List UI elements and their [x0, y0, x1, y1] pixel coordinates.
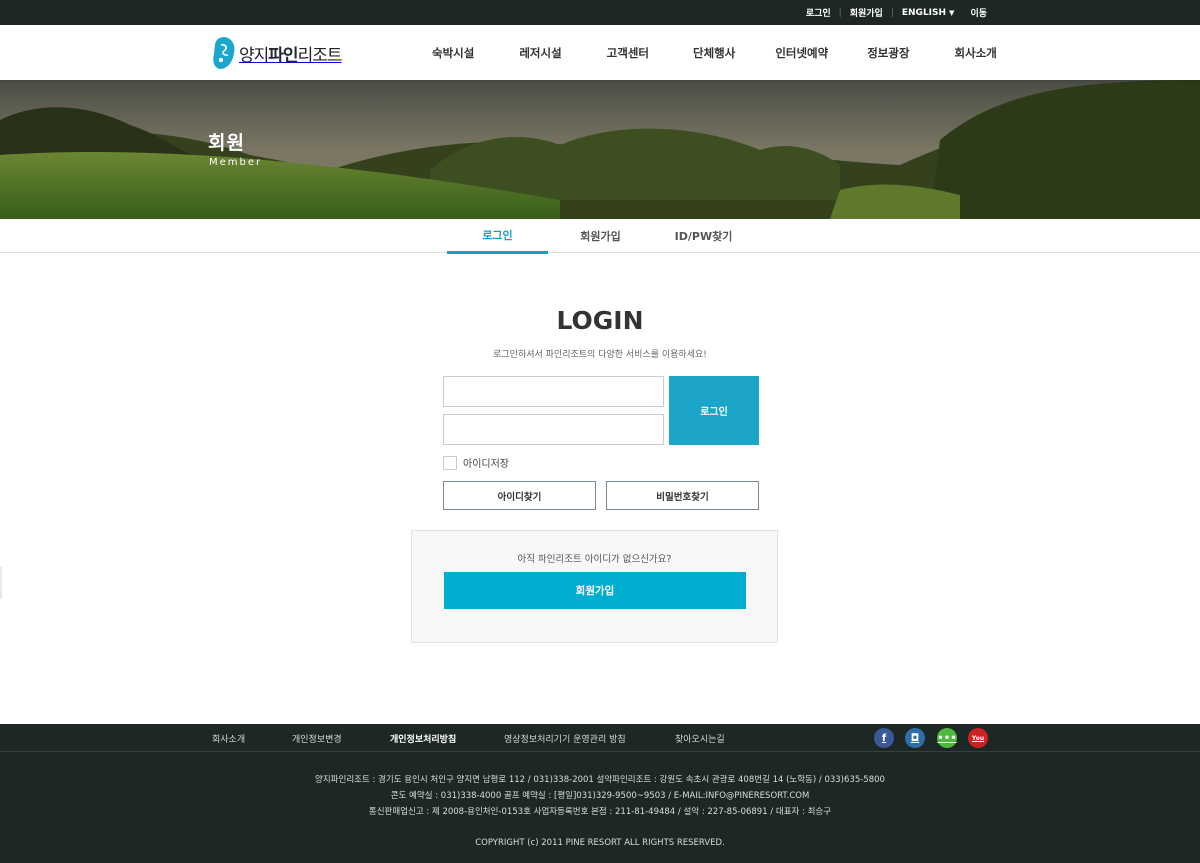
- login-title: LOGIN: [556, 306, 644, 335]
- main-nav: 숙박시설 레저시설 고객센터 단체행사 인터넷예약 정보광장 회사소개: [412, 25, 997, 80]
- find-id-button[interactable]: 아이디찾기: [443, 481, 596, 510]
- top-login-link[interactable]: 로그인: [806, 6, 831, 19]
- remember-id-checkbox[interactable]: [443, 455, 457, 470]
- pine-resort-logo-icon: [213, 37, 235, 69]
- join-question: 아직 파인리조트 아이디가 없으신가요?: [517, 554, 672, 565]
- footer-link-edit-info[interactable]: 개인정보변경: [292, 724, 342, 752]
- nav-item-customer-center[interactable]: 고객센터: [607, 45, 649, 61]
- join-button[interactable]: 회원가입: [444, 572, 746, 609]
- landscape-image: [0, 80, 1200, 219]
- find-password-button[interactable]: 비밀번호찾기: [606, 481, 759, 510]
- logo-text: 양지파인리조트: [239, 41, 343, 66]
- logo-prefix: 양지: [239, 45, 269, 66]
- tab-find-id-pw[interactable]: ID/PW찾기: [653, 219, 754, 253]
- top-join-link[interactable]: 회원가입: [850, 6, 883, 19]
- nav-item-group-events[interactable]: 단체행사: [693, 45, 735, 61]
- language-label: ENGLISH: [901, 7, 947, 18]
- member-tabs: 로그인 회원가입 ID/PW찾기: [0, 219, 1200, 254]
- divider: |: [838, 7, 842, 18]
- site-footer: 회사소개 개인정보변경 개인정보처리방침 영상정보처리기기 운영관리 방침 찾아…: [0, 724, 1200, 863]
- remember-id[interactable]: 아이디저장: [443, 455, 509, 470]
- footer-contact: 콘도 예약실 : 031)338-4000 골프 예약실 : [평일]031)3…: [390, 791, 810, 801]
- utility-links: 로그인 | 회원가입 | ENGLISH ▼ 이동: [806, 0, 987, 25]
- tab-join[interactable]: 회원가입: [550, 219, 651, 253]
- login-button[interactable]: 로그인: [669, 376, 759, 445]
- instagram-icon[interactable]: ◘: [905, 728, 925, 748]
- hero-banner: 회원 Member: [0, 80, 1200, 219]
- footer-business-info: 통신판매업신고 : 제 2008-용인처인-0153호 사업자등록번호 본점 :…: [368, 807, 832, 817]
- site-header: 양지파인리조트 숙박시설 레저시설 고객센터 단체행사 인터넷예약 정보광장 회…: [0, 25, 1200, 80]
- nav-item-info-plaza[interactable]: 정보광장: [867, 45, 909, 61]
- password-input[interactable]: [443, 414, 664, 445]
- footer-links: 회사소개 개인정보변경 개인정보처리방침 영상정보처리기기 운영관리 방침 찾아…: [0, 724, 1200, 752]
- user-id-input[interactable]: [443, 376, 664, 407]
- nav-item-leisure[interactable]: 레저시설: [519, 45, 561, 61]
- divider: |: [890, 7, 894, 18]
- hero-title: 회원: [208, 132, 245, 154]
- logo-suffix: 리조트: [297, 45, 343, 66]
- top-utility-bar: 로그인 | 회원가입 | ENGLISH ▼ 이동: [0, 0, 1200, 25]
- caret-down-icon: ▼: [949, 8, 955, 17]
- nav-item-reservation[interactable]: 인터넷예약: [775, 45, 828, 61]
- footer-copyright: COPYRIGHT (c) 2011 PINE RESORT ALL RIGHT…: [475, 838, 725, 848]
- footer-link-company[interactable]: 회사소개: [212, 724, 245, 752]
- nav-item-lodging[interactable]: 숙박시설: [432, 45, 474, 61]
- side-edge-tab: [0, 567, 2, 599]
- move-link[interactable]: 이동: [970, 6, 987, 19]
- footer-link-cctv-policy[interactable]: 영상정보처리기기 운영관리 방침: [504, 724, 626, 752]
- facebook-icon[interactable]: f: [874, 728, 894, 748]
- login-description: 로그인하셔서 파인리조트의 다양한 서비스를 이용하세요!: [493, 350, 707, 360]
- hero-subtitle: Member: [209, 157, 263, 168]
- join-prompt-box: 아직 파인리조트 아이디가 없으신가요? 회원가입: [411, 530, 778, 643]
- nav-item-company[interactable]: 회사소개: [955, 45, 997, 61]
- footer-link-privacy[interactable]: 개인정보처리방침: [390, 724, 456, 752]
- language-select[interactable]: ENGLISH ▼: [902, 8, 955, 18]
- youtube-icon[interactable]: You: [968, 728, 988, 748]
- remember-id-label: 아이디저장: [463, 459, 509, 470]
- talk-icon[interactable]: •••: [937, 728, 957, 748]
- site-logo[interactable]: 양지파인리조트: [212, 36, 343, 70]
- tab-login[interactable]: 로그인: [447, 219, 548, 254]
- footer-link-directions[interactable]: 찾아오시는길: [675, 724, 725, 752]
- footer-address: 양지파인리조트 : 경기도 용인시 처인구 양지면 남평로 112 / 031)…: [315, 775, 885, 785]
- logo-bold: 파인: [268, 45, 298, 66]
